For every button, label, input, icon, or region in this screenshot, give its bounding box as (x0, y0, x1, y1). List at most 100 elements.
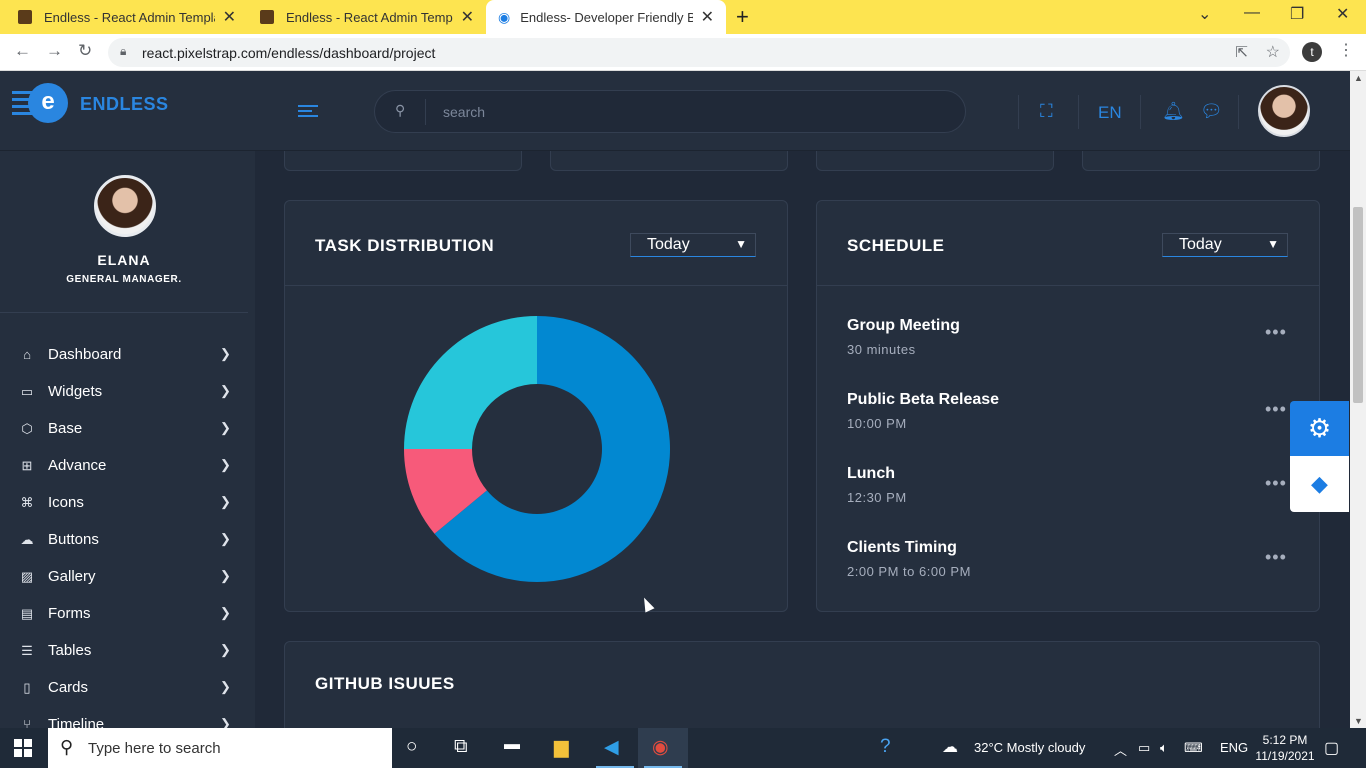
sidebar-item-advance[interactable]: ⊞ Advance ❯ (0, 447, 248, 484)
schedule-item: Clients Timing 2:00 PM to 6:00 PM (847, 539, 971, 579)
browser-menu-icon[interactable]: ⋮ (1338, 40, 1354, 60)
help-icon[interactable]: ? (880, 736, 891, 758)
sidebar-item-label: Tables (48, 642, 92, 659)
browser-tab-1[interactable]: Endless - React Admin Template ✕ (6, 0, 248, 34)
sidebar-item-label: Cards (48, 679, 89, 696)
sidebar-item-dashboard[interactable]: ⌂ Dashboard ❯ (0, 336, 248, 373)
weather-text[interactable]: 32°C Mostly cloudy (974, 740, 1085, 755)
stat-card (1082, 151, 1320, 171)
new-tab-icon[interactable]: + (736, 4, 749, 30)
site-favicon-icon (260, 10, 274, 24)
bell-icon[interactable]: 🔔︎ (1162, 101, 1185, 122)
fullscreen-icon[interactable]: ⛶ (1040, 101, 1053, 122)
schedule-item: Lunch 12:30 PM (847, 465, 907, 505)
sidebar-item-label: Widgets (48, 383, 103, 400)
tab-search-icon[interactable]: ⌄ (1198, 4, 1211, 24)
chevron-right-icon: ❯ (220, 568, 231, 583)
schedule-item-time: 12:30 PM (847, 490, 907, 505)
period-select[interactable]: Today ▼ (630, 233, 756, 257)
more-options-icon[interactable]: ••• (1265, 399, 1287, 420)
brand-logo[interactable]: e ENDLESS (12, 83, 169, 125)
forward-icon[interactable]: → (46, 41, 63, 61)
windows-start-icon[interactable] (14, 739, 32, 757)
schedule-item-title: Group Meeting (847, 317, 960, 334)
cortana-icon[interactable]: ○ (406, 736, 417, 758)
sidebar-item-forms[interactable]: ▤ Forms ❯ (0, 595, 248, 632)
profile-avatar[interactable]: t (1302, 42, 1322, 62)
endless-favicon-icon: ◉ (498, 8, 511, 25)
sidebar-item-base[interactable]: ⬡ Base ❯ (0, 410, 248, 447)
card-title: GITHUB ISUUES (315, 674, 455, 693)
sidebar-item-label: Dashboard (48, 346, 122, 363)
app-header: e ENDLESS ⚲ ⛶ EN 🔔︎ 💬︎ (0, 71, 1350, 151)
site-favicon-icon (18, 10, 32, 24)
chrome-app[interactable]: ◉ (638, 728, 688, 768)
input-language[interactable]: ENG (1220, 740, 1248, 755)
more-options-icon[interactable]: ••• (1265, 322, 1287, 343)
settings-gear-icon[interactable]: ⚙ (1290, 401, 1349, 456)
mysql-app[interactable]: ▬ (490, 728, 540, 768)
file-explorer-app[interactable]: ▆ (540, 728, 590, 768)
period-select[interactable]: Today ▼ (1162, 233, 1288, 257)
sidebar-item-timeline[interactable]: ⑂ Timeline ❯ (0, 706, 248, 728)
browser-tab-active[interactable]: ◉ Endless- Developer Friendly Best ✕ (486, 0, 726, 34)
volume-icon[interactable]: 🔈︎ (1160, 740, 1168, 756)
notifications-icon[interactable]: ▢ (1324, 738, 1339, 758)
sidebar-item-gallery[interactable]: ▨ Gallery ❯ (0, 558, 248, 595)
sidebar-item-cards[interactable]: ▯ Cards ❯ (0, 669, 248, 706)
page-scrollbar[interactable]: ▲ ▼ (1350, 71, 1366, 728)
restore-icon[interactable]: ❐ (1290, 4, 1304, 24)
chevron-up-icon[interactable]: ︿ (1114, 740, 1127, 759)
task-donut-chart (404, 316, 670, 582)
user-avatar[interactable] (1258, 85, 1310, 137)
bookmark-star-icon[interactable]: ☆ (1266, 42, 1280, 62)
customizer-icon[interactable]: ◆ (1290, 456, 1349, 512)
sidebar-item-widgets[interactable]: ▭ Widgets ❯ (0, 373, 248, 410)
card-title: SCHEDULE (847, 236, 945, 255)
chevron-right-icon: ❯ (220, 457, 231, 472)
system-clock[interactable]: 5:12 PM 11/19/2021 (1252, 732, 1318, 764)
share-icon[interactable]: ⇱ (1235, 43, 1248, 61)
sidebar-item-buttons[interactable]: ☁ Buttons ❯ (0, 521, 248, 558)
profile-avatar[interactable] (94, 175, 156, 237)
url-field[interactable]: 🔒︎ react.pixelstrap.com/endless/dashboar… (108, 38, 1290, 67)
close-window-icon[interactable]: ✕ (1336, 4, 1349, 24)
keyboard-icon[interactable]: ⌨ (1184, 740, 1203, 756)
schedule-item-title: Public Beta Release (847, 391, 1000, 408)
browser-tab-2[interactable]: Endless - React Admin Template ✕ (248, 0, 486, 34)
close-tab-icon[interactable]: ✕ (701, 7, 714, 27)
chevron-right-icon: ❯ (220, 716, 231, 728)
search-icon: ⚲ (395, 102, 406, 118)
chevron-down-icon: ▼ (1267, 237, 1279, 251)
more-options-icon[interactable]: ••• (1265, 547, 1287, 568)
chat-icon[interactable]: 💬︎ (1200, 101, 1223, 122)
more-options-icon[interactable]: ••• (1265, 473, 1287, 494)
schedule-item-time: 30 minutes (847, 342, 916, 357)
search-input[interactable] (443, 101, 843, 123)
close-tab-icon[interactable]: ✕ (461, 7, 474, 27)
reload-icon[interactable]: ↻ (78, 41, 92, 61)
minimize-icon[interactable]: — (1244, 4, 1260, 22)
scroll-down-icon[interactable]: ▼ (1354, 716, 1363, 726)
task-view-icon[interactable]: ⧉ (454, 736, 468, 758)
scroll-up-icon[interactable]: ▲ (1354, 73, 1363, 83)
close-tab-icon[interactable]: ✕ (223, 7, 236, 27)
scrollbar-thumb[interactable] (1353, 207, 1363, 403)
language-selector[interactable]: EN (1098, 103, 1122, 123)
battery-icon[interactable]: ▭ (1138, 740, 1150, 756)
sidebar-item-label: Icons (48, 494, 84, 511)
donut-slice-3[interactable] (404, 316, 537, 449)
taskbar-search[interactable]: ⚲ Type here to search (48, 728, 392, 768)
search-box: ⚲ (374, 90, 966, 133)
vscode-icon: ◀ (604, 737, 619, 758)
sidebar: ELANA GENERAL MANAGER. ⌂ Dashboard ❯ ▭ Widg… (0, 151, 255, 728)
back-icon[interactable]: ← (14, 41, 31, 61)
folder-icon: ▆ (554, 737, 569, 758)
sidebar-toggle-icon[interactable] (298, 105, 318, 119)
task-distribution-card: TASK DISTRIBUTION Today ▼ (284, 200, 788, 612)
vscode-app[interactable]: ◀ (590, 728, 640, 768)
sidebar-item-tables[interactable]: ☰ Tables ❯ (0, 632, 248, 669)
clock-date: 11/19/2021 (1255, 749, 1315, 763)
sidebar-item-icons[interactable]: ⌘ Icons ❯ (0, 484, 248, 521)
clock-time: 5:12 PM (1262, 733, 1308, 747)
